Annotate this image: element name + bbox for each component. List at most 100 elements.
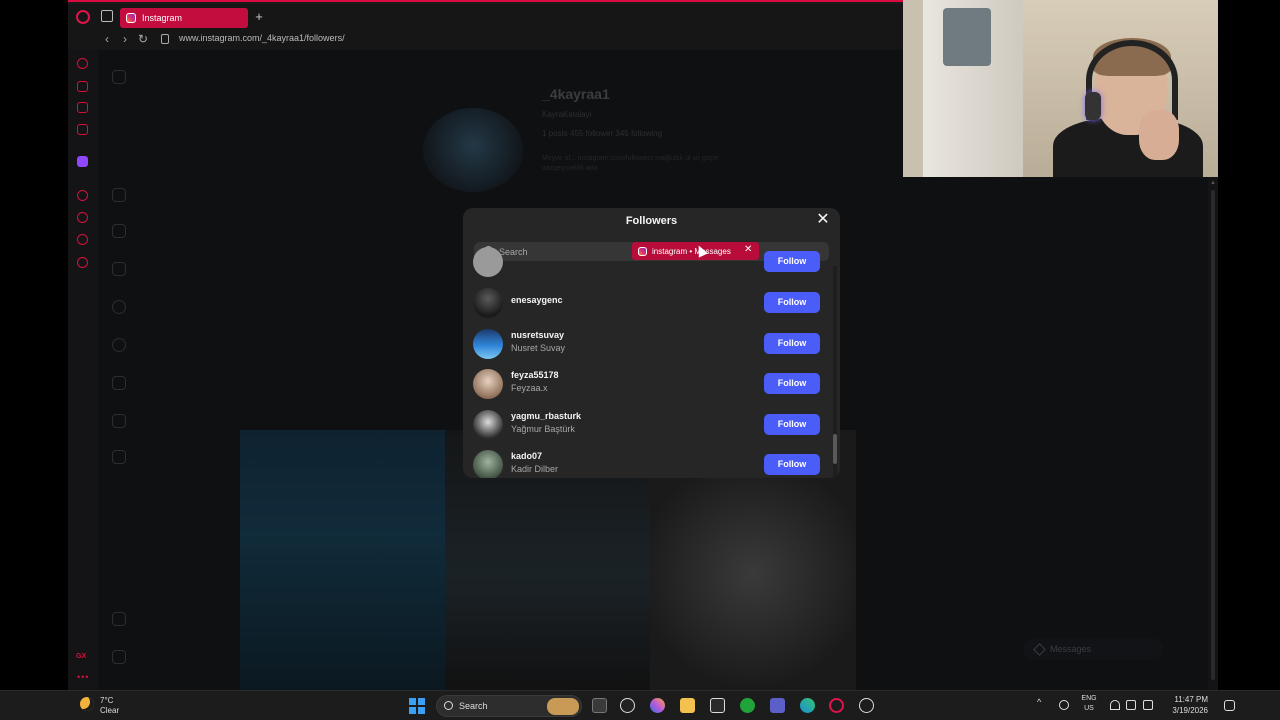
tab-instagram[interactable]: Instagram	[120, 8, 248, 28]
lock-icon[interactable]	[161, 34, 169, 44]
follow-button[interactable]: Follow	[764, 251, 820, 272]
profile-fullname: KayraKatalayi	[542, 110, 592, 119]
language-indicator[interactable]: ENG	[1078, 695, 1100, 702]
chevron-up-icon[interactable]: ^	[1037, 697, 1047, 710]
settings-icon[interactable]	[77, 257, 88, 268]
gx-corner-icon[interactable]	[77, 124, 88, 135]
taskbar-search[interactable]: Search	[436, 695, 582, 717]
follower-username[interactable]: feyza55178	[511, 370, 559, 380]
notifications-icon[interactable]	[112, 376, 126, 390]
home-icon[interactable]	[112, 188, 126, 202]
region-indicator[interactable]: US	[1078, 705, 1100, 712]
gx-label: GX	[76, 653, 87, 660]
scroll-up-icon[interactable]: ▲	[1210, 180, 1216, 186]
player-icon[interactable]	[77, 190, 88, 201]
app-icon[interactable]	[859, 698, 874, 713]
twitch-icon[interactable]	[77, 156, 88, 167]
store-icon[interactable]	[710, 698, 725, 713]
scrollbar-thumb[interactable]	[1211, 190, 1215, 680]
more-nav-icon[interactable]	[112, 650, 126, 664]
close-icon[interactable]: ✕	[744, 244, 752, 255]
follower-username[interactable]: yagmu_rbasturk	[511, 411, 581, 421]
microphone-icon[interactable]	[1059, 700, 1069, 710]
instagram-icon	[126, 13, 136, 23]
instagram-icon	[638, 246, 647, 256]
windows-start-icon[interactable]	[409, 698, 425, 714]
wifi-icon[interactable]	[1110, 700, 1120, 710]
search-nav-icon[interactable]	[112, 300, 126, 314]
profile-username: _4kayraa1	[542, 86, 610, 102]
webcam-person	[1139, 110, 1179, 160]
follow-button[interactable]: Follow	[764, 292, 820, 313]
explore-icon[interactable]	[112, 338, 126, 352]
follower-fullname: Kadir Dilber	[511, 464, 559, 474]
close-icon[interactable]: ✕	[816, 212, 830, 228]
xbox-icon[interactable]	[740, 698, 755, 713]
gx-control-icon[interactable]	[77, 58, 88, 69]
messages-button[interactable]: Messages	[1023, 638, 1163, 660]
follow-button[interactable]: Follow	[764, 373, 820, 394]
more-icon[interactable]: •••	[77, 672, 89, 682]
scrollbar-thumb[interactable]	[833, 434, 837, 464]
dashboard-icon[interactable]	[112, 450, 126, 464]
copilot-icon[interactable]	[650, 698, 665, 713]
profile-bio: Meyve ol... instagram.com/followers mağl…	[542, 155, 719, 172]
teams-icon[interactable]	[770, 698, 785, 713]
new-tab-button[interactable]: +	[252, 10, 266, 24]
avatar[interactable]	[473, 247, 503, 277]
follow-button[interactable]: Follow	[764, 414, 820, 435]
list-item[interactable]: kado07 Kadir Dilber Follow	[473, 448, 820, 478]
list-item[interactable]: yagmu_rbasturk Yağmur Baştürk Follow	[473, 408, 820, 442]
volume-icon[interactable]	[1126, 700, 1136, 710]
post-thumbnail[interactable]	[240, 430, 445, 692]
reload-icon[interactable]: ↻	[136, 32, 150, 46]
instagram-logo-icon[interactable]	[112, 70, 126, 84]
tab-switcher-icon[interactable]	[101, 10, 113, 22]
follower-username[interactable]: enesaygenc	[511, 295, 563, 305]
weather-temperature[interactable]: 7°C	[100, 696, 113, 705]
weather-moon-icon[interactable]	[80, 697, 94, 711]
follow-button[interactable]: Follow	[764, 333, 820, 354]
dialog-scrollbar[interactable]	[832, 266, 838, 478]
list-item[interactable]: nusretsuvay Nusret Suvay Follow	[473, 327, 820, 361]
messenger-icon[interactable]	[77, 234, 88, 245]
follower-fullname: Feyzaa.x	[511, 383, 548, 393]
gx-store-icon[interactable]	[77, 81, 88, 92]
follower-username[interactable]: kado07	[511, 451, 542, 461]
dell-icon[interactable]	[620, 698, 635, 713]
opera-gx-taskbar-icon[interactable]	[829, 698, 844, 713]
menu-icon[interactable]	[112, 612, 126, 626]
taskbar: 7°C Clear Search ^ ENG US 11:47 PM 3/19/…	[0, 690, 1280, 720]
clock-date[interactable]: 3/19/2026	[1162, 706, 1208, 715]
forward-icon[interactable]: ›	[118, 32, 132, 46]
avatar[interactable]	[473, 450, 503, 478]
gx-cleaner-icon[interactable]	[77, 102, 88, 113]
opera-logo-icon[interactable]	[76, 10, 90, 24]
url-field[interactable]: www.instagram.com/_4kayraa1/followers/	[179, 33, 345, 43]
messages-label: Messages	[1050, 644, 1092, 654]
battery-icon[interactable]	[1143, 700, 1153, 710]
direct-icon[interactable]	[112, 262, 126, 276]
avatar[interactable]	[473, 329, 503, 359]
notification-bell-icon[interactable]	[1224, 700, 1235, 711]
task-view-icon[interactable]	[592, 698, 607, 713]
create-icon[interactable]	[112, 414, 126, 428]
file-explorer-icon[interactable]	[680, 698, 695, 713]
list-item[interactable]: enesaygenc Follow	[473, 286, 820, 320]
follower-username[interactable]: nusretsuvay	[511, 330, 564, 340]
history-icon[interactable]	[77, 212, 88, 223]
list-item[interactable]: feyza55178 Feyzaa.x Follow	[473, 367, 820, 401]
edge-icon[interactable]	[800, 698, 815, 713]
clock-time[interactable]: 11:47 PM	[1168, 695, 1208, 704]
avatar[interactable]	[473, 410, 503, 440]
chip-label: instagram • Messages	[652, 246, 731, 256]
headset-icon	[1085, 92, 1101, 120]
avatar[interactable]	[473, 369, 503, 399]
follow-button[interactable]: Follow	[764, 454, 820, 475]
followers-list: Follow enesaygenc Follow nusretsuvay Nus…	[463, 247, 840, 478]
avatar[interactable]	[473, 288, 503, 318]
reels-icon[interactable]	[112, 224, 126, 238]
profile-avatar[interactable]	[423, 108, 523, 192]
weather-condition[interactable]: Clear	[100, 706, 119, 715]
back-icon[interactable]: ‹	[100, 32, 114, 46]
